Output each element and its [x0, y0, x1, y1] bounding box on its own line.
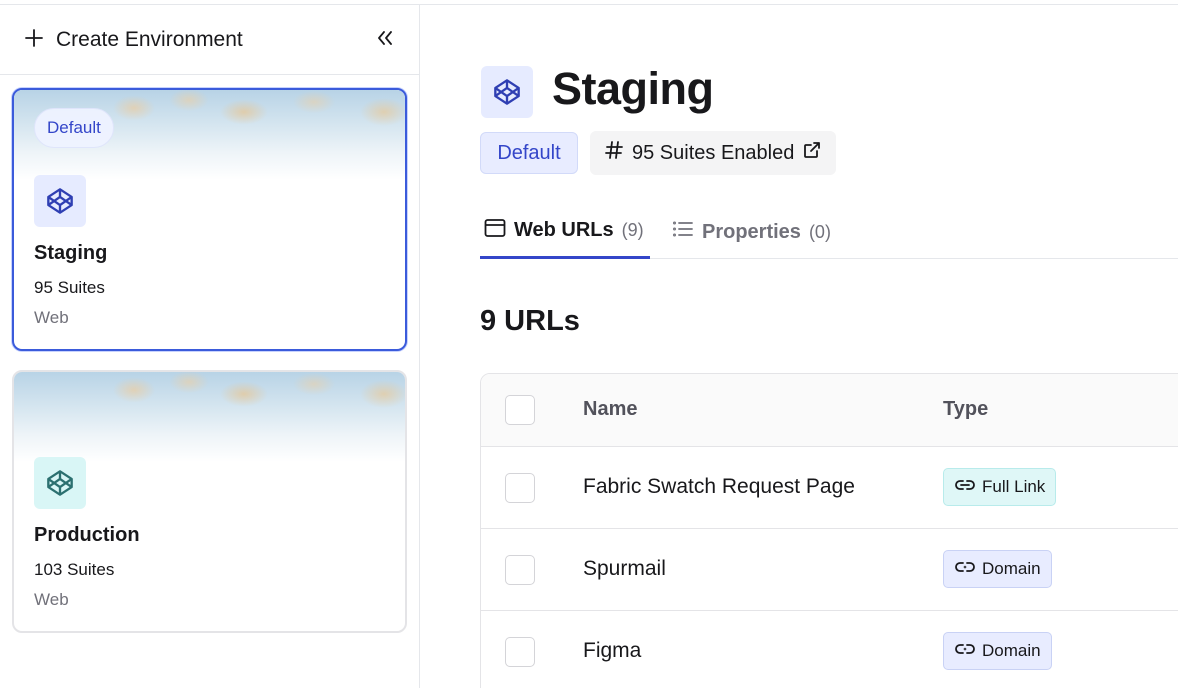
url-name: Figma — [583, 639, 642, 662]
environment-card-staging[interactable]: Default Staging 95 Suites Web — [12, 88, 407, 351]
row-checkbox[interactable] — [505, 555, 535, 585]
external-link-icon — [802, 140, 822, 166]
list-icon — [672, 219, 694, 245]
codepen-icon — [34, 457, 86, 509]
sidebar-header: Create Environment — [0, 5, 419, 75]
detail-tabs: Web URLs (9) Properties (0) — [480, 205, 1178, 259]
codepen-icon — [34, 175, 86, 227]
select-all-checkbox[interactable] — [505, 395, 535, 425]
environment-detail: Staging Default 95 Suites Enabled Web UR… — [420, 5, 1178, 688]
environment-suites-count: 95 Suites — [34, 278, 105, 297]
chevrons-left-icon — [376, 29, 394, 52]
create-environment-label: Create Environment — [56, 28, 243, 51]
tab-label: Web URLs — [514, 219, 614, 241]
default-badge: Default — [34, 108, 114, 148]
row-checkbox[interactable] — [505, 473, 535, 503]
url-type-badge: Domain — [943, 550, 1052, 588]
url-type-label: Full Link — [982, 477, 1046, 496]
environment-type: Web — [34, 590, 69, 609]
url-type-badge: Full Link — [943, 468, 1057, 506]
environment-suites-count: 103 Suites — [34, 560, 115, 579]
environment-name: Production — [34, 524, 140, 546]
browser-window-icon — [484, 218, 506, 244]
create-environment-button[interactable]: Create Environment — [24, 25, 243, 55]
url-name: Spurmail — [583, 557, 666, 580]
environment-card-production[interactable]: Production 103 Suites Web — [12, 370, 407, 633]
tab-properties[interactable]: Properties (0) — [668, 205, 835, 259]
environment-type: Web — [34, 308, 69, 327]
tab-count: (0) — [808, 221, 831, 242]
urls-table: Name Type Fabric Swatch Request Page Ful… — [480, 373, 1178, 688]
column-header-name[interactable]: Name — [583, 398, 637, 421]
url-type-label: Domain — [982, 641, 1041, 660]
link-icon — [954, 477, 976, 497]
column-header-type[interactable]: Type — [943, 398, 988, 421]
environment-name: Staging — [34, 242, 108, 264]
tab-count: (9) — [621, 220, 644, 240]
table-row[interactable]: Figma Domain — [481, 611, 1178, 688]
table-header: Name Type — [481, 374, 1178, 447]
suites-enabled-label: 95 Suites Enabled — [632, 141, 795, 164]
link-icon — [954, 559, 976, 579]
table-row[interactable]: Spurmail Domain — [481, 529, 1178, 611]
link-icon — [954, 641, 976, 661]
plus-icon — [24, 28, 44, 53]
url-type-label: Domain — [982, 559, 1041, 578]
suites-enabled-link[interactable]: 95 Suites Enabled — [590, 131, 837, 175]
tab-web-urls[interactable]: Web URLs (9) — [480, 205, 650, 259]
card-banner-image — [14, 372, 405, 462]
urls-count-heading: 9 URLs — [480, 305, 580, 337]
row-checkbox[interactable] — [505, 637, 535, 667]
url-type-badge: Domain — [943, 632, 1052, 670]
hash-icon — [604, 140, 624, 166]
collapse-sidebar-button[interactable] — [372, 27, 398, 53]
codepen-icon — [481, 66, 533, 118]
environments-sidebar: Create Environment Default Staging 95 Su… — [0, 5, 420, 688]
page-title: Staging — [552, 63, 714, 114]
table-row[interactable]: Fabric Swatch Request Page Full Link — [481, 447, 1178, 529]
tab-label: Properties — [702, 220, 801, 243]
url-name: Fabric Swatch Request Page — [583, 475, 855, 498]
default-badge: Default — [480, 132, 578, 174]
